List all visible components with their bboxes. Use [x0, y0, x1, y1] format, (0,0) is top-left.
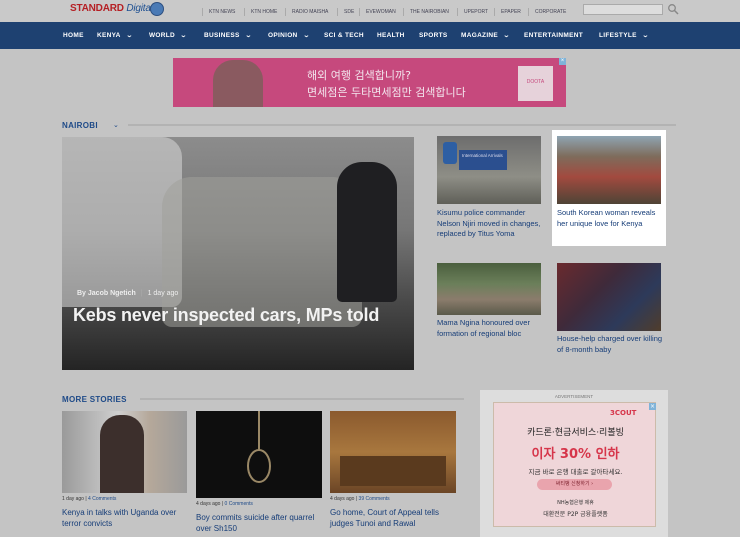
story-image-bench: [340, 456, 446, 486]
chevron-down-icon: ⌄: [302, 33, 310, 39]
ad-footer-partner: NH농협은행 제휴: [557, 500, 594, 506]
hero-title[interactable]: Kebs never inspected cars, MPs told: [73, 305, 379, 326]
nav-item-sports[interactable]: SPORTS: [419, 32, 448, 39]
ad-headline: 카드론·현금서비스·리볼빙: [527, 428, 624, 438]
nav-item-world[interactable]: WORLD ⌄: [149, 32, 188, 39]
chevron-down-icon: ⌄: [503, 33, 511, 39]
toplink-epaper[interactable]: EPAPER: [494, 8, 521, 16]
nav-item-magazine[interactable]: MAGAZINE ⌄: [461, 32, 511, 39]
hero-time: 1 day ago: [147, 290, 179, 297]
toplink-the-nairobian[interactable]: THE NAIROBIAN: [403, 8, 449, 16]
story-image[interactable]: [62, 411, 187, 493]
nav-item-home[interactable]: HOME: [63, 32, 84, 39]
chevron-down-icon: ⌄: [113, 122, 119, 129]
sidebar-ad[interactable]: 3COUT 카드론·현금서비스·리볼빙 이자 30% 인하 지금 바로 은행 대…: [493, 402, 656, 527]
toplink-sde[interactable]: SDE: [337, 8, 354, 16]
globe-icon: [150, 2, 164, 16]
story-image[interactable]: [196, 411, 322, 498]
card-title[interactable]: Mama Ngina honoured over formation of re…: [437, 318, 547, 339]
toplink-radio-maisha[interactable]: RADIO MAISHA: [285, 8, 328, 16]
ad-label: ADVERTISEMENT: [554, 394, 594, 399]
nav-item-opinion[interactable]: OPINION ⌄: [268, 32, 310, 39]
story-comments[interactable]: 0 Comments: [225, 501, 253, 507]
story-title[interactable]: Kenya in talks with Uganda over terror c…: [62, 507, 187, 529]
search-icon[interactable]: [667, 3, 679, 15]
ad-close-icon[interactable]: ×: [649, 403, 656, 410]
card-image[interactable]: [557, 136, 661, 204]
ad-apply-button[interactable]: 써티뱅 신청하기 ›: [537, 479, 612, 490]
section-divider: [128, 124, 676, 126]
story-image[interactable]: [330, 411, 456, 493]
nav-item-sci-tech[interactable]: SCI & TECH: [324, 32, 364, 39]
toplink-ktn-home[interactable]: KTN HOME: [244, 8, 277, 16]
nav-item-business[interactable]: BUSINESS ⌄: [204, 32, 253, 39]
ad-subline: 면세점은 두타면세점만 검색합니다: [307, 86, 466, 99]
ad-footer-text: 대환전문 P2P 금융플랫폼: [543, 511, 608, 518]
card-image[interactable]: [557, 263, 661, 331]
card-title[interactable]: Kisumu police commander Nelson Njiri mov…: [437, 208, 547, 240]
story-image-person: [100, 415, 144, 493]
chevron-down-icon: ⌄: [125, 33, 134, 39]
ad-model-image: [213, 60, 263, 107]
arrivals-sign: International Arrivals: [459, 150, 507, 170]
hero-byline: By Jacob Ngetich | 1 day ago: [77, 290, 179, 297]
toplink-upeport[interactable]: UPEPORT: [457, 8, 488, 16]
kaa-sign-icon: [443, 142, 457, 164]
main-nav: HOME KENYA ⌄ WORLD ⌄ BUSINESS ⌄ OPINION ⌄ SC…: [0, 22, 740, 49]
search-input[interactable]: [583, 4, 663, 15]
ad-logo: 3COUT: [610, 409, 637, 417]
ad-subtext: 지금 바로 은행 대출로 갈아타세요.: [528, 468, 623, 476]
card-image[interactable]: International Arrivals: [437, 136, 541, 204]
sidebar-ad-container: ADVERTISEMENT 3COUT 카드론·현금서비스·리볼빙 이자 30%…: [480, 390, 668, 537]
chevron-down-icon: ⌄: [641, 33, 650, 39]
ad-brand-badge: DOOTA: [518, 66, 553, 101]
section-title-more-stories: MORE STORIES: [62, 395, 127, 404]
hero-author[interactable]: By Jacob Ngetich: [77, 290, 136, 297]
hero-story[interactable]: By Jacob Ngetich | 1 day ago Kebs never in…: [62, 137, 414, 370]
story-meta: 1 day ago | 4 Comments: [62, 496, 117, 502]
nav-item-entertainment[interactable]: ENTERTAINMENT: [524, 32, 583, 39]
toplink-corporate[interactable]: CORPORATE: [528, 8, 566, 16]
section-title-nairobi[interactable]: NAIROBI: [62, 121, 98, 130]
nav-item-health[interactable]: HEALTH: [377, 32, 405, 39]
story-comments[interactable]: 4 Comments: [88, 496, 116, 502]
nav-item-lifestyle[interactable]: LIFESTYLE ⌄: [599, 32, 650, 39]
noose-icon: [247, 411, 271, 483]
nav-item-kenya[interactable]: KENYA ⌄: [97, 32, 134, 39]
ad-rate: 이자 30% 인하: [531, 447, 620, 462]
ad-headline: 해외 여행 검색합니까?: [307, 69, 411, 82]
card-title[interactable]: House-help charged over killing of 8-mon…: [557, 334, 663, 355]
toplink-evewoman[interactable]: EVEWOMAN: [359, 8, 396, 16]
story-meta: 4 days ago | 39 Comments: [330, 496, 390, 502]
top-bar: STANDARD Digital KTN NEWS KTN HOME RADIO…: [0, 0, 740, 22]
site-logo[interactable]: STANDARD Digital: [70, 3, 153, 14]
story-time: 4 days ago: [330, 496, 355, 502]
ad-close-icon[interactable]: ×: [559, 58, 566, 65]
story-title[interactable]: Go home, Court of Appeal tells judges Tu…: [330, 507, 458, 529]
section-divider: [140, 398, 464, 400]
story-time: 4 days ago: [196, 501, 221, 507]
chevron-down-icon: ⌄: [244, 33, 253, 39]
story-meta: 4 days ago | 0 Comments: [196, 501, 253, 507]
toplink-ktn-news[interactable]: KTN NEWS: [202, 8, 235, 16]
hero-image-officer: [337, 162, 397, 302]
chevron-down-icon: ⌄: [179, 33, 188, 39]
top-banner-ad[interactable]: 해외 여행 검색합니까? 면세점은 두타면세점만 검색합니다 DOOTA ×: [173, 58, 566, 107]
story-time: 1 day ago: [62, 496, 84, 502]
card-image[interactable]: [437, 263, 541, 315]
story-title[interactable]: Boy commits suicide after quarrel over S…: [196, 512, 322, 534]
card-title[interactable]: South Korean woman reveals her unique lo…: [557, 208, 663, 229]
story-comments[interactable]: 39 Comments: [359, 496, 390, 502]
